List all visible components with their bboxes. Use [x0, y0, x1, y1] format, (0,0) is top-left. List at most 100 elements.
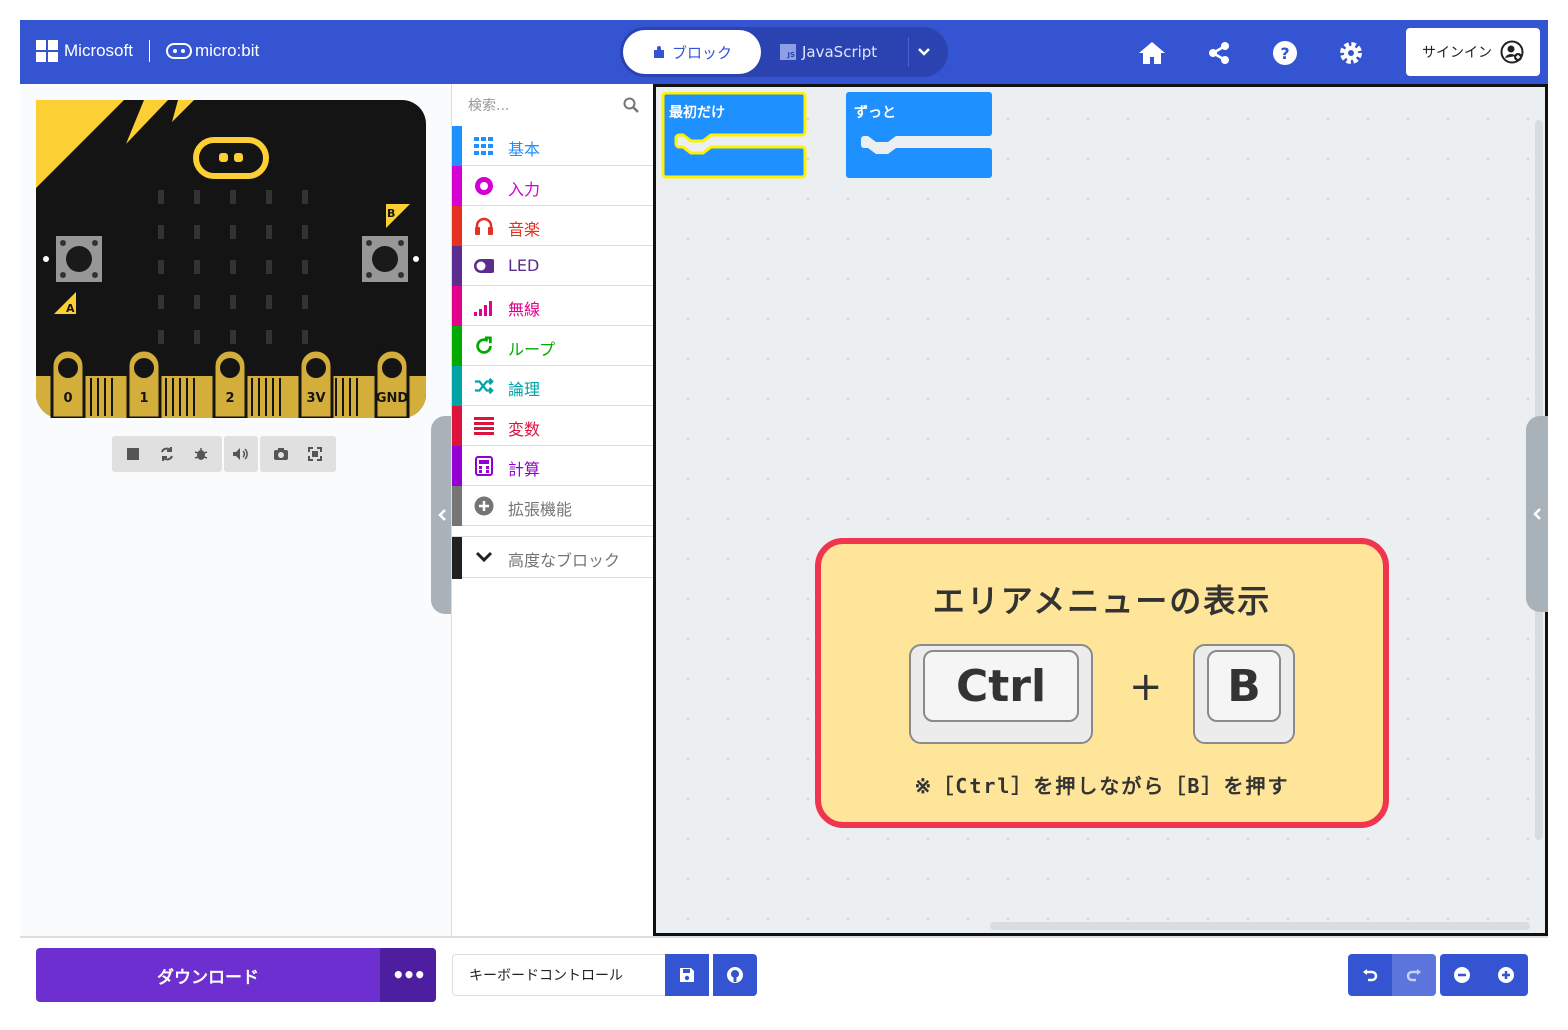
category-label: 高度なブロック [508, 551, 621, 570]
category-label: 拡張機能 [508, 500, 573, 519]
category-music[interactable]: 音楽 [452, 206, 653, 246]
workspace-horizontal-scrollbar[interactable] [990, 922, 1530, 930]
microbit-label: micro:bit [194, 41, 260, 60]
signal-icon [474, 296, 494, 316]
category-color-bar [452, 486, 462, 526]
toolbox-search[interactable]: 検索... [452, 84, 653, 126]
fullscreen-icon[interactable] [300, 439, 330, 469]
calculator-icon [474, 456, 494, 476]
signin-button[interactable]: サインイン [1406, 28, 1540, 76]
search-input[interactable]: 検索... [468, 95, 509, 115]
signin-label: サインイン [1422, 45, 1492, 61]
shortcut-callout: エリアメニューの表示 Ctrl + B ※［Ctrl］を押しながら［B］を押す [815, 538, 1389, 828]
b-key: B [1193, 644, 1295, 744]
pin-label-3v: 3V [306, 391, 325, 406]
category-advanced[interactable]: 高度なブロック [452, 536, 653, 579]
zoom-out-icon[interactable] [1440, 954, 1484, 996]
simulator-panel: A B 0 1 2 3V GND [20, 84, 451, 936]
button-b-label: B [387, 207, 395, 220]
category-color-bar [452, 286, 462, 326]
download-more-button[interactable]: ••• [380, 948, 436, 1002]
loop-icon [474, 336, 494, 356]
callout-title: エリアメニューの表示 [932, 582, 1272, 620]
forever-block[interactable]: ずっと [846, 92, 992, 186]
download-button[interactable]: ダウンロード ••• [36, 948, 436, 1002]
debug-bug-icon[interactable] [186, 439, 216, 469]
chevron-left-icon [438, 509, 446, 521]
collapse-simulator-handle[interactable] [431, 416, 453, 614]
category-label: 論理 [508, 380, 541, 399]
category-label: 無線 [508, 300, 541, 319]
list-icon [474, 416, 494, 436]
pin-label-gnd: GND [376, 391, 409, 406]
category-logic[interactable]: 論理 [452, 366, 653, 406]
category-color-bar [452, 326, 462, 366]
category-extensions[interactable]: 拡張機能 [452, 486, 653, 526]
stop-icon[interactable] [118, 439, 148, 469]
undo-icon[interactable] [1348, 954, 1392, 996]
microbit-logo-icon [165, 43, 192, 59]
github-icon[interactable] [713, 954, 757, 996]
on-start-block[interactable]: 最初だけ [661, 92, 807, 186]
blocks-tab-label: ブロック [671, 43, 732, 62]
makecode-app: Microsoft micro:bit ブロック JS JavaScript ?… [20, 20, 1548, 1010]
category-color-bar [452, 126, 462, 166]
category-variables[interactable]: 変数 [452, 406, 653, 446]
brand-divider [148, 40, 150, 62]
volume-icon[interactable] [226, 439, 256, 469]
category-label: 計算 [508, 460, 541, 479]
microsoft-label: Microsoft [64, 41, 133, 60]
help-icon[interactable]: ? [1270, 38, 1300, 68]
toggle-icon [474, 256, 494, 276]
save-icon[interactable] [665, 954, 709, 996]
restart-icon[interactable] [152, 439, 182, 469]
category-label: LED [508, 256, 540, 275]
ctrl-key: Ctrl [909, 644, 1093, 744]
sim-view-group [260, 436, 336, 472]
category-color-bar [452, 446, 462, 486]
category-radio[interactable]: 無線 [452, 286, 653, 326]
radio-dot-icon [474, 176, 494, 196]
chevron-down-icon [474, 547, 494, 567]
category-label: 基本 [508, 140, 541, 159]
simulator-toolbar [112, 436, 336, 472]
collapse-right-handle[interactable] [1526, 416, 1548, 612]
category-color-bar [452, 206, 462, 246]
forever-label: ずっと [854, 104, 896, 121]
zoom-in-icon[interactable] [1484, 954, 1528, 996]
camera-icon[interactable] [266, 439, 296, 469]
user-add-icon [1500, 40, 1524, 64]
microsoft-logo-icon [36, 40, 58, 62]
editor-footer: ダウンロード ••• キーボードコントロール [20, 936, 1548, 1010]
javascript-tab[interactable]: JS JavaScript [780, 30, 900, 74]
category-color-bar [452, 406, 462, 446]
category-label: ループ [508, 340, 556, 359]
category-loops[interactable]: ループ [452, 326, 653, 366]
blocks-tab[interactable]: ブロック [623, 30, 761, 74]
category-math[interactable]: 計算 [452, 446, 653, 486]
button-a-label: A [66, 302, 75, 315]
pin-label-1: 1 [139, 391, 148, 406]
shuffle-icon [474, 376, 494, 396]
microbit-board[interactable]: A B 0 1 2 3V GND [36, 100, 426, 418]
share-icon[interactable] [1204, 38, 1234, 68]
category-color-bar [452, 366, 462, 406]
gear-icon[interactable] [1336, 38, 1366, 68]
search-icon[interactable] [623, 97, 639, 113]
js-icon: JS [780, 44, 796, 60]
sim-control-group [112, 436, 222, 472]
category-label: 音楽 [508, 220, 541, 239]
chevron-left-icon [1533, 508, 1541, 520]
home-icon[interactable] [1137, 38, 1167, 68]
category-basic[interactable]: 基本 [452, 126, 653, 166]
brand[interactable]: Microsoft micro:bit [36, 40, 259, 62]
redo-icon[interactable] [1392, 954, 1436, 996]
project-name-input[interactable]: キーボードコントロール [452, 954, 666, 996]
category-color-bar [452, 166, 462, 206]
chevron-down-icon[interactable] [908, 37, 938, 67]
pin-label-2: 2 [225, 391, 234, 406]
editor-toggle: ブロック JS JavaScript [620, 27, 948, 77]
pin-label-0: 0 [63, 391, 72, 406]
category-led[interactable]: LED [452, 246, 653, 286]
category-input[interactable]: 入力 [452, 166, 653, 206]
